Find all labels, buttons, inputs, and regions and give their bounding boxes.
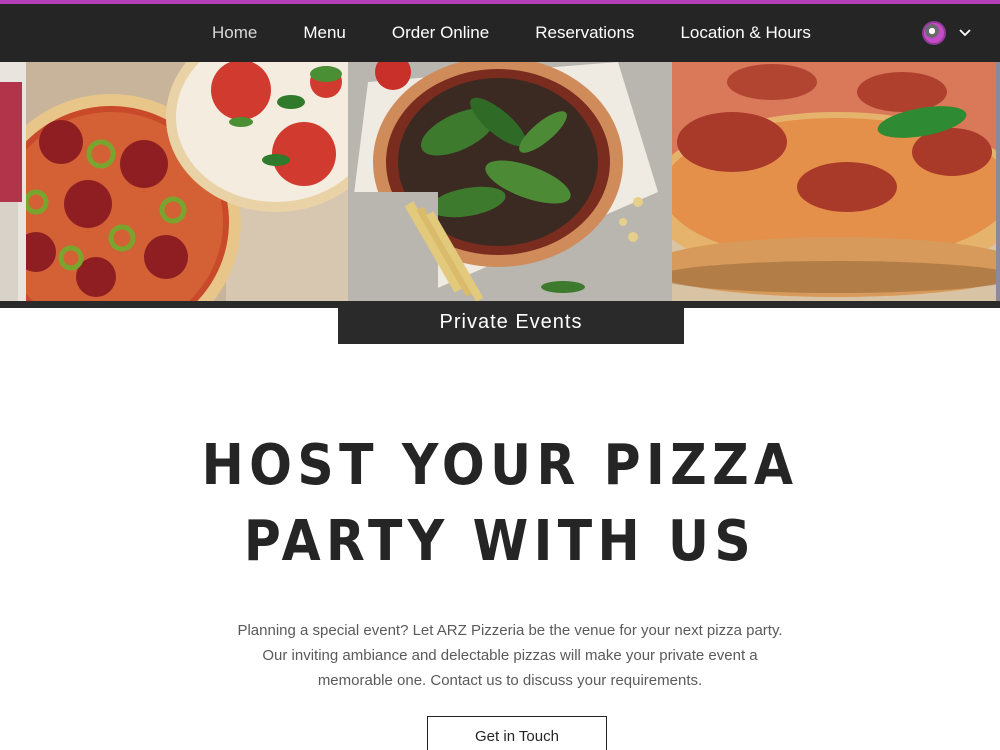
nav-links: Home Menu Order Online Reservations Loca… (190, 4, 857, 62)
private-events-tab: Private Events (338, 301, 684, 344)
account-menu[interactable] (922, 20, 972, 46)
gallery-edge-image (0, 62, 26, 301)
private-events-label: Private Events (439, 311, 583, 333)
get-in-touch-button[interactable]: Get in Touch (427, 716, 607, 750)
user-avatar-icon[interactable] (922, 21, 946, 45)
arugula-pizza-photo (348, 62, 672, 301)
chevron-down-icon[interactable] (958, 26, 972, 40)
nav-home[interactable]: Home (212, 23, 257, 43)
pepperoni-jalapeno-pizza-photo (26, 62, 348, 301)
nav-order-online[interactable]: Order Online (392, 23, 489, 43)
nav-menu[interactable]: Menu (303, 23, 346, 43)
hero-gallery (0, 62, 1000, 301)
nav-location-hours[interactable]: Location & Hours (680, 23, 810, 43)
events-description: Planning a special event? Let ARZ Pizzer… (237, 622, 783, 689)
gallery-edge-image-right (996, 62, 1000, 301)
pepperoni-pizza-closeup-photo (672, 62, 996, 301)
nav-reservations[interactable]: Reservations (535, 23, 634, 43)
top-navigation: Home Menu Order Online Reservations Loca… (0, 4, 1000, 62)
page-headline: HOST YOUR PIZZA PARTY WITH US (201, 433, 799, 574)
